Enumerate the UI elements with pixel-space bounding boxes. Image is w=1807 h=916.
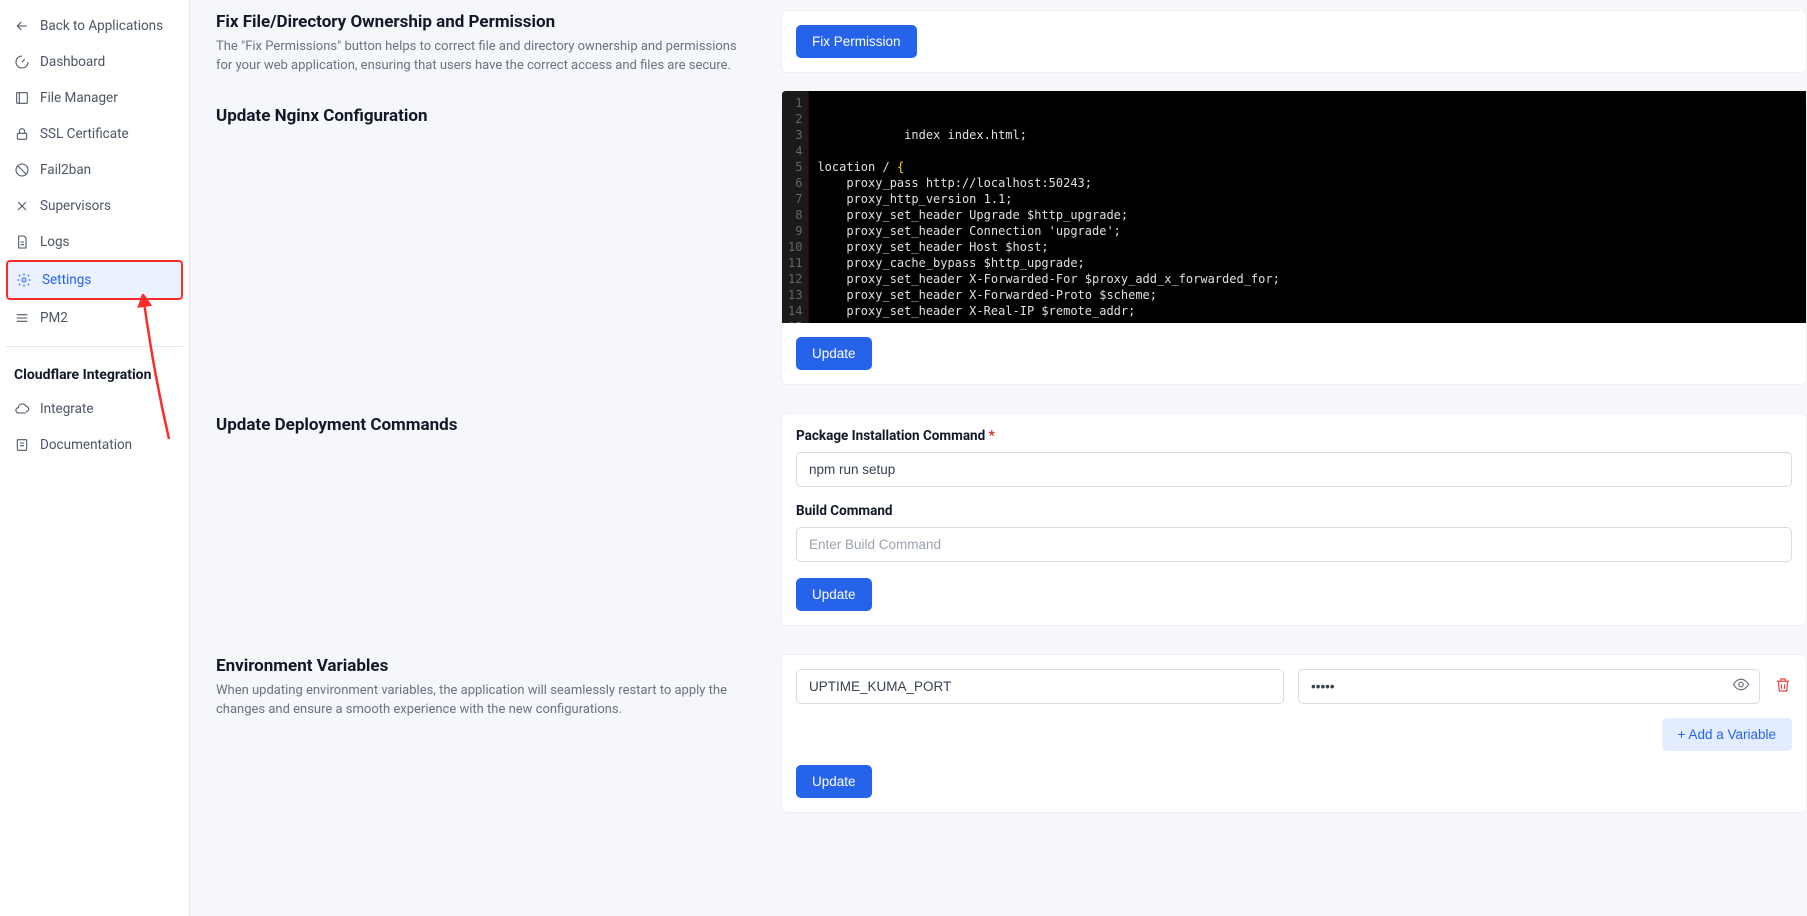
package-command-input[interactable]	[796, 452, 1792, 487]
section-nginx: Update Nginx Configuration 1 2 3 4 5 6 7…	[216, 104, 1807, 385]
back-label: Back to Applications	[40, 18, 163, 34]
sidebar-item-settings[interactable]: Settings	[6, 260, 183, 300]
sidebar-item-documentation[interactable]: Documentation	[6, 427, 183, 463]
section-title: Update Nginx Configuration	[216, 106, 751, 126]
section-env-vars: Environment Variables When updating envi…	[216, 654, 1807, 813]
toggle-visibility-button[interactable]	[1732, 676, 1750, 697]
env-update-button[interactable]: Update	[796, 765, 872, 798]
sidebar-item-label: Logs	[40, 234, 70, 250]
back-to-applications[interactable]: Back to Applications	[6, 8, 183, 44]
deploy-update-button[interactable]: Update	[796, 578, 872, 611]
sidebar-item-label: Dashboard	[40, 54, 105, 70]
sidebar-item-label: File Manager	[40, 90, 118, 106]
trash-icon	[1774, 682, 1792, 697]
main-content: Fix File/Directory Ownership and Permiss…	[190, 0, 1807, 916]
build-command-label: Build Command	[796, 503, 1792, 519]
sidebar-item-ssl[interactable]: SSL Certificate	[6, 116, 183, 152]
folder-icon	[14, 90, 30, 106]
sidebar-item-label: SSL Certificate	[40, 126, 129, 142]
sidebar-item-label: Settings	[42, 272, 91, 288]
sidebar-divider	[6, 346, 183, 347]
nginx-update-button[interactable]: Update	[796, 337, 872, 370]
sidebar-item-label: Supervisors	[40, 198, 111, 214]
line-gutter: 1 2 3 4 5 6 7 8 9 10 11 12 13 14 15 16	[782, 91, 809, 323]
section-desc: The "Fix Permissions" button helps to co…	[216, 38, 751, 76]
package-command-label: Package Installation Command *	[796, 428, 1792, 444]
sidebar-item-label: Documentation	[40, 437, 132, 453]
sidebar-item-supervisors[interactable]: Supervisors	[6, 188, 183, 224]
lock-icon	[14, 126, 30, 142]
eye-icon	[1732, 682, 1750, 697]
list-icon	[14, 310, 30, 326]
section-fix-permissions: Fix File/Directory Ownership and Permiss…	[216, 10, 1807, 76]
file-text-icon	[14, 234, 30, 250]
integration-heading: Cloudflare Integration	[6, 357, 183, 391]
fix-permission-button[interactable]: Fix Permission	[796, 25, 917, 58]
gauge-icon	[14, 54, 30, 70]
section-desc: When updating environment variables, the…	[216, 682, 751, 720]
gear-icon	[16, 272, 32, 288]
env-value-input[interactable]	[1298, 669, 1760, 704]
sidebar-item-label: Integrate	[40, 401, 94, 417]
sidebar-item-logs[interactable]: Logs	[6, 224, 183, 260]
add-variable-button[interactable]: + Add a Variable	[1662, 718, 1792, 751]
sidebar: Back to Applications Dashboard File Mana…	[0, 0, 190, 916]
env-key-input[interactable]	[796, 669, 1284, 704]
document-icon	[14, 437, 30, 453]
section-title: Environment Variables	[216, 656, 751, 676]
section-title: Update Deployment Commands	[216, 415, 751, 435]
sidebar-item-label: Fail2ban	[40, 162, 91, 178]
ban-icon	[14, 162, 30, 178]
sidebar-item-dashboard[interactable]: Dashboard	[6, 44, 183, 80]
sidebar-item-pm2[interactable]: PM2	[6, 300, 183, 336]
sidebar-item-file-manager[interactable]: File Manager	[6, 80, 183, 116]
code-area[interactable]: index index.html; location / { proxy_pas…	[809, 91, 1806, 323]
nginx-code-editor[interactable]: 1 2 3 4 5 6 7 8 9 10 11 12 13 14 15 16 i…	[782, 91, 1806, 323]
arrow-left-icon	[14, 18, 30, 34]
cloud-icon	[14, 401, 30, 417]
tools-icon	[14, 198, 30, 214]
section-deployment: Update Deployment Commands Package Insta…	[216, 413, 1807, 626]
sidebar-item-integrate[interactable]: Integrate	[6, 391, 183, 427]
sidebar-item-label: PM2	[40, 310, 68, 326]
sidebar-item-fail2ban[interactable]: Fail2ban	[6, 152, 183, 188]
build-command-input[interactable]	[796, 527, 1792, 562]
section-title: Fix File/Directory Ownership and Permiss…	[216, 12, 751, 32]
delete-variable-button[interactable]	[1774, 676, 1792, 697]
env-var-row	[796, 669, 1792, 704]
